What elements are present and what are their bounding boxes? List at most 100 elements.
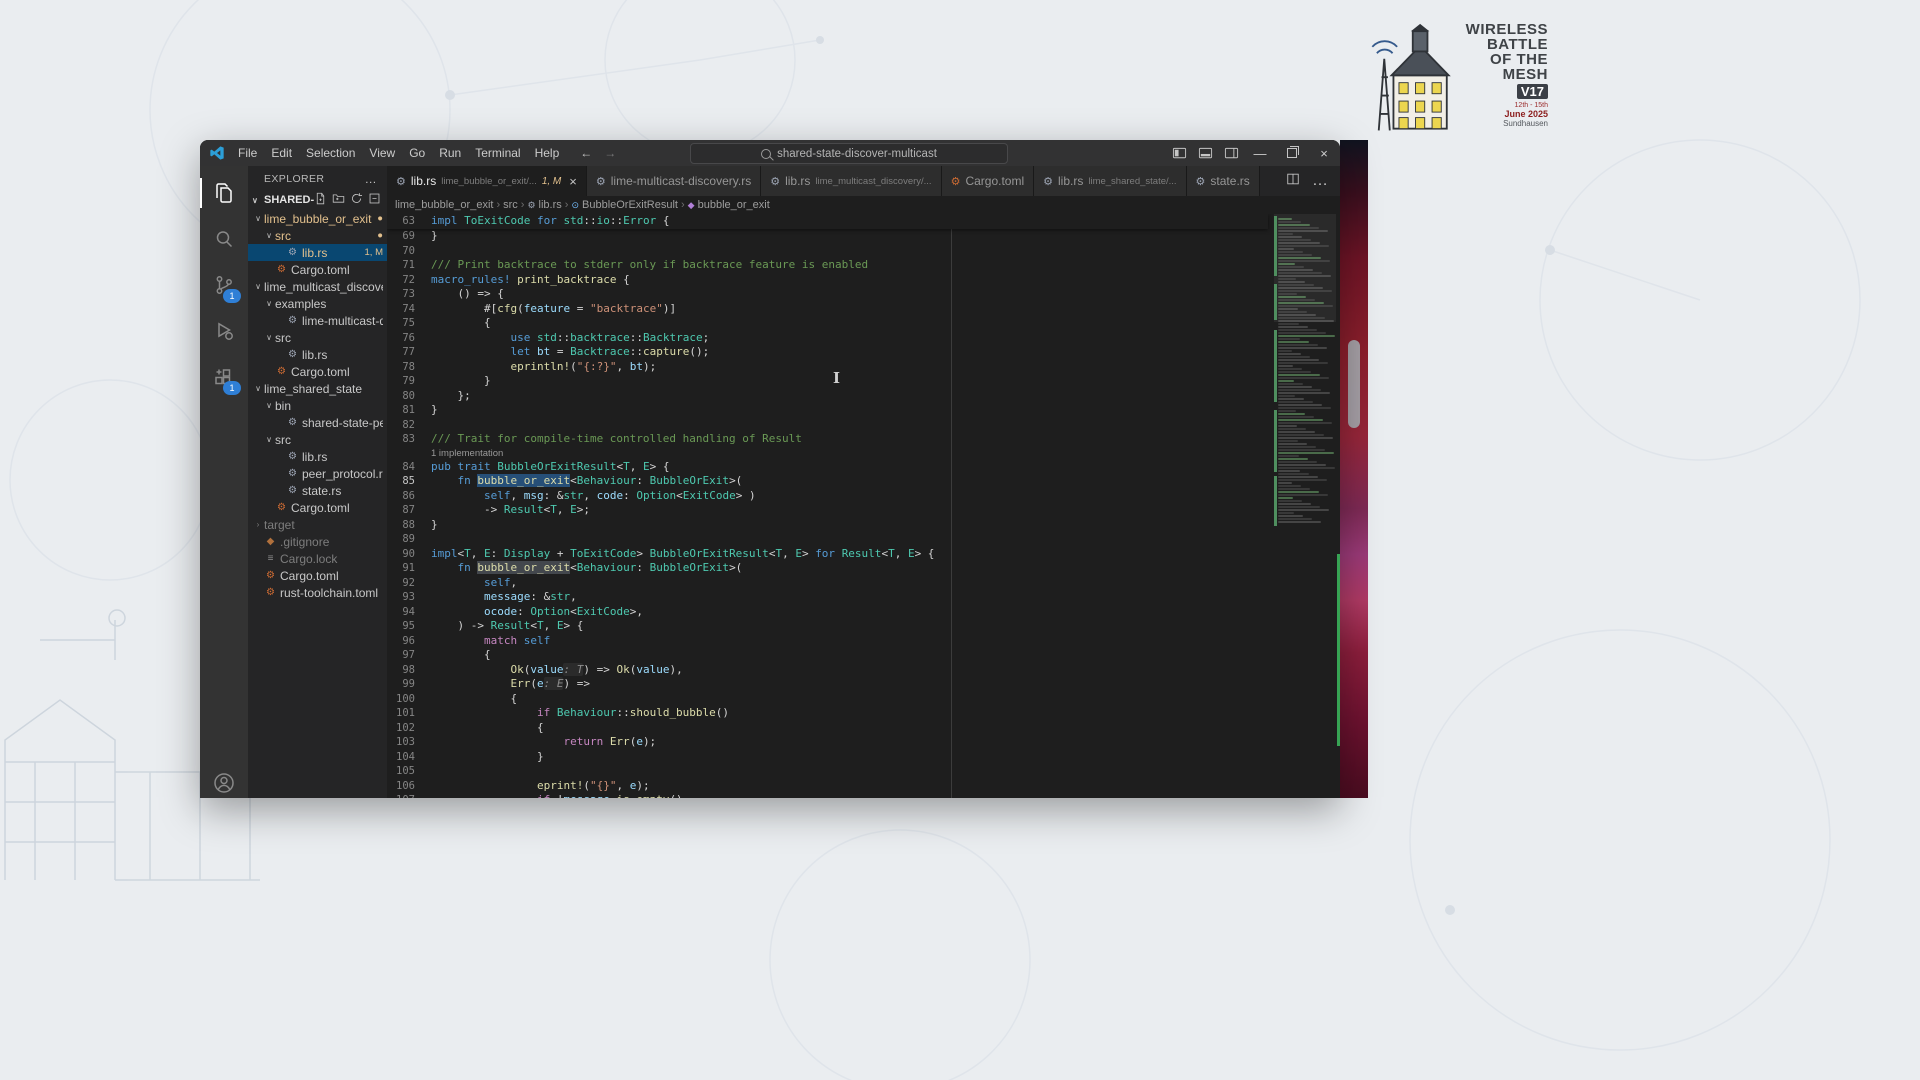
code-line-94[interactable]: 94 ocode: Option<ExitCode>,: [387, 605, 1340, 620]
tree-item-bin[interactable]: ∨bin: [248, 397, 387, 414]
explorer-icon[interactable]: [200, 170, 248, 216]
new-folder-icon[interactable]: [332, 192, 345, 208]
code-line-91[interactable]: 91 fn bubble_or_exit<Behaviour: BubbleOr…: [387, 561, 1340, 576]
tree-item-lib.rs[interactable]: ⚙lib.rs: [248, 346, 387, 363]
tree-item-lib.rs[interactable]: ⚙lib.rs1, M: [248, 244, 387, 261]
menu-edit[interactable]: Edit: [264, 146, 299, 160]
new-file-icon[interactable]: [314, 192, 327, 208]
tree-item-target[interactable]: ›target: [248, 516, 387, 533]
code-line-88[interactable]: 88}: [387, 518, 1340, 533]
codelens[interactable]: 1 implementation: [387, 447, 1340, 460]
tree-item-Cargo.lock[interactable]: ≡Cargo.lock: [248, 550, 387, 567]
explorer-more-actions-icon[interactable]: …: [365, 172, 377, 186]
tab-close-icon[interactable]: ×: [569, 174, 577, 189]
code-line-81[interactable]: 81}: [387, 403, 1340, 418]
split-editor-icon[interactable]: [1286, 172, 1300, 191]
code-line-96[interactable]: 96 match self: [387, 634, 1340, 649]
code-line-78[interactable]: 78 eprintln!("{:?}", bt);: [387, 360, 1340, 375]
code-line-92[interactable]: 92 self,: [387, 576, 1340, 591]
tree-item-src[interactable]: ∨src: [248, 329, 387, 346]
minimap[interactable]: [1274, 214, 1336, 798]
code-line-79[interactable]: 79 }: [387, 374, 1340, 389]
tab-lime-multicast-discovery.rs[interactable]: ⚙lime-multicast-discovery.rs: [587, 166, 761, 196]
code-line-73[interactable]: 73 () => {: [387, 287, 1340, 302]
forward-button[interactable]: →: [604, 146, 616, 160]
code-line-72[interactable]: 72macro_rules! print_backtrace {: [387, 273, 1340, 288]
code-line-70[interactable]: 70: [387, 244, 1340, 259]
breadcrumb-bubble_or_exit[interactable]: ◆bubble_or_exit: [688, 199, 770, 211]
editor-more-actions-icon[interactable]: …: [1312, 172, 1328, 190]
tree-item-shared-state-peer.rs[interactable]: ⚙shared-state-peer.rs: [248, 414, 387, 431]
code-line-97[interactable]: 97 {: [387, 648, 1340, 663]
tree-item-src[interactable]: ∨src●: [248, 227, 387, 244]
menu-terminal[interactable]: Terminal: [468, 146, 527, 160]
code-line-104[interactable]: 104 }: [387, 750, 1340, 765]
workspace-section-header[interactable]: ∨ SHARED-ST...: [248, 190, 387, 210]
tree-item-Cargo.toml[interactable]: ⚙Cargo.toml: [248, 261, 387, 278]
refresh-explorer-icon[interactable]: [350, 192, 363, 208]
tab-lib.rs[interactable]: ⚙lib.rslime_bubble_or_exit/...1, M×: [387, 166, 587, 196]
code-line-71[interactable]: 71/// Print backtrace to stderr only if …: [387, 258, 1340, 273]
tree-item-Cargo.toml[interactable]: ⚙Cargo.toml: [248, 363, 387, 380]
code-line-102[interactable]: 102 {: [387, 721, 1340, 736]
breadcrumb-lime_bubble_or_exit[interactable]: lime_bubble_or_exit: [395, 199, 493, 211]
run-debug-icon[interactable]: [200, 308, 248, 354]
restore-button[interactable]: [1276, 140, 1308, 166]
tree-item-examples[interactable]: ∨examples: [248, 295, 387, 312]
code-line-74[interactable]: 74 #[cfg(feature = "backtrace")]: [387, 302, 1340, 317]
code-line-80[interactable]: 80 };: [387, 389, 1340, 404]
code-line-90[interactable]: 90impl<T, E: Display + ToExitCode> Bubbl…: [387, 547, 1340, 562]
tree-item-src[interactable]: ∨src: [248, 431, 387, 448]
tree-item-Cargo.toml[interactable]: ⚙Cargo.toml: [248, 499, 387, 516]
toggle-sidebar-icon[interactable]: [1166, 140, 1192, 166]
code-line-95[interactable]: 95 ) -> Result<T, E> {: [387, 619, 1340, 634]
code-line-84[interactable]: 84pub trait BubbleOrExitResult<T, E> {: [387, 460, 1340, 475]
code-line-75[interactable]: 75 {: [387, 316, 1340, 331]
extensions-icon[interactable]: 1: [200, 354, 248, 400]
code-line-86[interactable]: 86 self, msg: &str, code: Option<ExitCod…: [387, 489, 1340, 504]
search-nav-icon[interactable]: [200, 216, 248, 262]
code-line-83[interactable]: 83/// Trait for compile-time controlled …: [387, 432, 1340, 447]
code-line-87[interactable]: 87 -> Result<T, E>;: [387, 503, 1340, 518]
menu-run[interactable]: Run: [432, 146, 468, 160]
toggle-secondary-sidebar-icon[interactable]: [1218, 140, 1244, 166]
code-line-85[interactable]: 85 fn bubble_or_exit<Behaviour: BubbleOr…: [387, 474, 1340, 489]
code-line-69[interactable]: 69}: [387, 229, 1340, 244]
tree-item-peer_protocol.rs[interactable]: ⚙peer_protocol.rs: [248, 465, 387, 482]
breadcrumb-src[interactable]: src: [503, 199, 518, 211]
menu-file[interactable]: File: [231, 146, 264, 160]
account-icon[interactable]: [200, 760, 248, 798]
command-center-search[interactable]: shared-state-discover-multicast: [690, 143, 1008, 164]
tree-item-lime_multicast_discovery[interactable]: ∨lime_multicast_discovery: [248, 278, 387, 295]
tab-lib.rs[interactable]: ⚙lib.rslime_shared_state/...: [1034, 166, 1186, 196]
sticky-scroll-line[interactable]: 63impl ToExitCode for std::io::Error {: [387, 214, 1268, 229]
menu-go[interactable]: Go: [402, 146, 432, 160]
code-line-103[interactable]: 103 return Err(e);: [387, 735, 1340, 750]
source-control-icon[interactable]: 1: [200, 262, 248, 308]
code-line-63[interactable]: 63impl ToExitCode for std::io::Error {: [387, 214, 1268, 229]
tree-item-lime-multicast-discovery.rs[interactable]: ⚙lime-multicast-discovery.rs: [248, 312, 387, 329]
tree-item-state.rs[interactable]: ⚙state.rs: [248, 482, 387, 499]
tree-item-rust-toolchain.toml[interactable]: ⚙rust-toolchain.toml: [248, 584, 387, 601]
code-line-106[interactable]: 106 eprint!("{}", e);: [387, 779, 1340, 794]
back-button[interactable]: ←: [580, 146, 592, 160]
code-line-77[interactable]: 77 let bt = Backtrace::capture();: [387, 345, 1340, 360]
code-line-76[interactable]: 76 use std::backtrace::Backtrace;: [387, 331, 1340, 346]
minimize-button[interactable]: —: [1244, 140, 1276, 166]
menu-help[interactable]: Help: [528, 146, 567, 160]
code-line-100[interactable]: 100 {: [387, 692, 1340, 707]
code-line-99[interactable]: 99 Err(e: E) =>: [387, 677, 1340, 692]
code-line-98[interactable]: 98 Ok(value: T) => Ok(value),: [387, 663, 1340, 678]
tab-state.rs[interactable]: ⚙state.rs: [1187, 166, 1260, 196]
code-line-105[interactable]: 105: [387, 764, 1340, 779]
breadcrumb-BubbleOrExitResult[interactable]: ⊙BubbleOrExitResult: [571, 199, 678, 211]
toggle-panel-icon[interactable]: [1192, 140, 1218, 166]
minimap-slider[interactable]: [1274, 214, 1336, 322]
tab-Cargo.toml[interactable]: ⚙Cargo.toml: [942, 166, 1035, 196]
tree-item-.gitignore[interactable]: ◆.gitignore: [248, 533, 387, 550]
code-editor[interactable]: 69}7071/// Print backtrace to stderr onl…: [387, 214, 1340, 798]
breadcrumb-lib.rs[interactable]: ⚙lib.rs: [527, 199, 561, 211]
tree-item-Cargo.toml[interactable]: ⚙Cargo.toml: [248, 567, 387, 584]
tree-item-lib.rs[interactable]: ⚙lib.rs: [248, 448, 387, 465]
code-line-82[interactable]: 82: [387, 418, 1340, 433]
